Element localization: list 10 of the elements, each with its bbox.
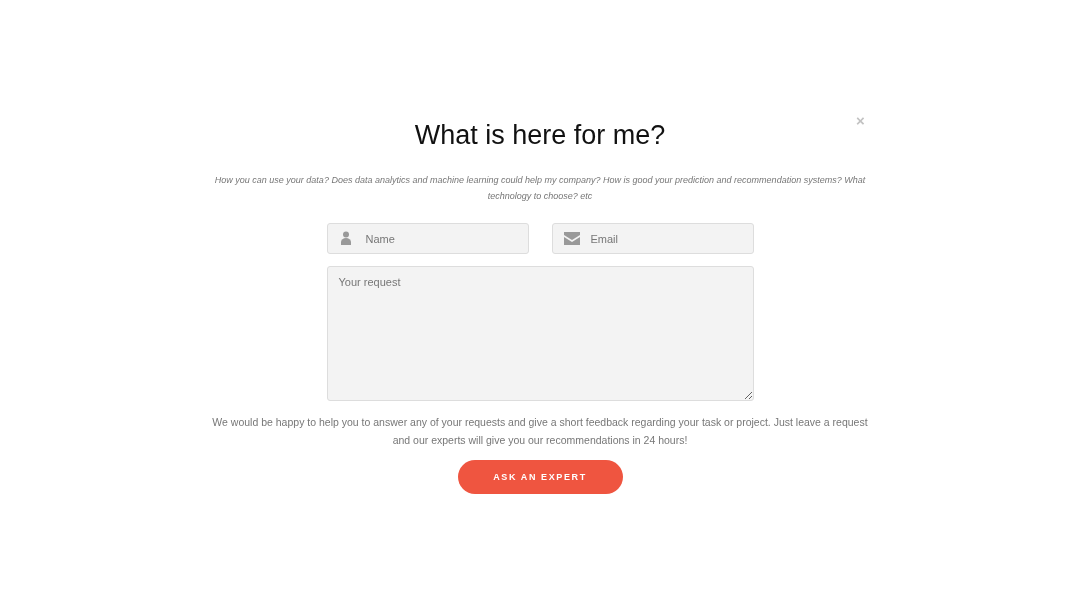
close-button[interactable]: × (856, 113, 865, 128)
subtitle: How you can use your data? Does data analytics and machine learning could help my company? How is good your prediction and recommendation systems? What technology to choose? etc (213, 174, 867, 203)
person-icon (338, 231, 353, 245)
envelope-icon (563, 231, 580, 245)
info-text: We would be happy to help you to answer any of your requests and give a short feedback regarding your task or project. Just leave a request and our experts will give you our recommendations in 24 hours! (211, 415, 869, 448)
ask-expert-button[interactable]: ASK AN EXPERT (457, 460, 623, 494)
dialog-title: What is here for me? (414, 119, 666, 152)
name-field[interactable]: Name (326, 223, 529, 254)
request-field[interactable]: Your request (326, 266, 754, 401)
email-field[interactable]: Email (551, 223, 754, 254)
